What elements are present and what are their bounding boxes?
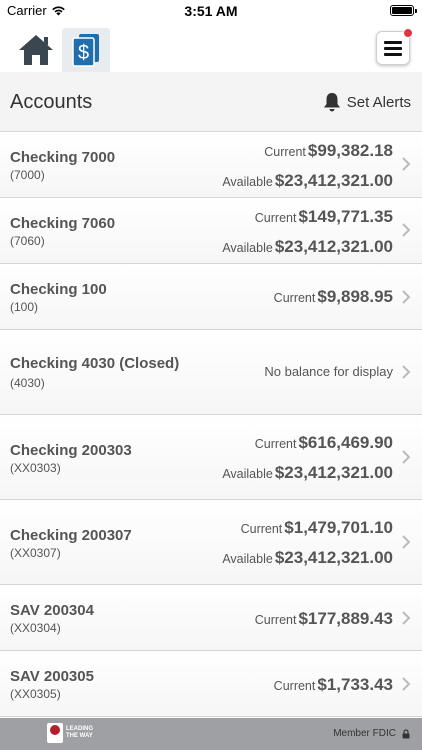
chevron-right-icon xyxy=(402,535,411,549)
page-title: Accounts xyxy=(10,91,93,113)
battery-icon xyxy=(390,5,417,16)
account-row[interactable]: Checking 100 (100) Current $9,898.95 xyxy=(0,264,422,330)
current-balance: Current $9,898.95 xyxy=(274,287,393,307)
fdic-label: Member FDIC xyxy=(333,728,396,739)
balance-label: Available xyxy=(222,552,273,566)
top-navigation: $ xyxy=(0,22,422,72)
account-number: (XX0305) xyxy=(10,687,61,701)
balance-label: Current xyxy=(264,145,306,159)
balance-amount: $616,469.90 xyxy=(298,433,393,452)
balance-label: Current xyxy=(254,211,297,225)
account-number: (7060) xyxy=(10,234,45,248)
current-balance: Current $616,469.90 xyxy=(255,433,393,453)
current-balance: Current $1,479,701.10 xyxy=(241,518,393,538)
balance-label: Current xyxy=(254,613,297,627)
balance-label: Current xyxy=(273,679,316,693)
account-name: Checking 7000 xyxy=(10,149,116,166)
account-row[interactable]: SAV 200305 (XX0305) Current $1,733.43 xyxy=(0,651,422,717)
balance-amount: $177,889.43 xyxy=(298,609,393,628)
available-balance: Available $23,412,321.00 xyxy=(222,237,393,257)
hamburger-icon xyxy=(384,40,402,56)
chevron-right-icon xyxy=(402,365,411,379)
set-alerts-button[interactable]: Set Alerts xyxy=(323,92,411,112)
balance-label: Current xyxy=(254,437,297,451)
no-balance-message: No balance for display xyxy=(264,364,393,379)
balance-amount: $23,412,321.00 xyxy=(274,237,393,256)
chevron-right-icon xyxy=(402,611,411,625)
account-list: Checking 7000 (7000) Current $99,382.18 … xyxy=(0,132,422,717)
dollar-document-icon: $ xyxy=(72,34,99,67)
svg-text:$: $ xyxy=(78,42,89,64)
bell-icon xyxy=(323,93,340,112)
available-balance: Available $23,412,321.00 xyxy=(222,548,393,568)
balance-label: Current xyxy=(240,522,283,536)
chevron-right-icon xyxy=(402,677,411,691)
account-number: (XX0307) xyxy=(10,546,61,560)
account-row[interactable]: Checking 200307 (XX0307) Current $1,479,… xyxy=(0,500,422,585)
available-balance: Available $23,412,321.00 xyxy=(222,463,393,483)
chevron-right-icon xyxy=(402,223,411,237)
balance-amount: $1,733.43 xyxy=(317,675,393,694)
current-balance: Current $1,733.43 xyxy=(274,675,393,695)
account-name: Checking 200307 xyxy=(10,527,132,544)
status-bar: Carrier 3:51 AM xyxy=(0,0,422,22)
tagline-line2: THE WAY xyxy=(66,733,93,739)
balance-amount: $23,412,321.00 xyxy=(274,548,393,567)
balance-label: Available xyxy=(222,241,273,255)
lock-icon xyxy=(402,728,410,738)
current-balance: Current $99,382.18 xyxy=(264,141,393,161)
tab-accounts[interactable]: $ xyxy=(62,28,110,72)
available-balance: Available $23,412,321.00 xyxy=(222,171,393,191)
account-name: Checking 200303 xyxy=(10,442,132,459)
chevron-right-icon xyxy=(402,157,411,171)
bank-tagline: LEADING THE WAY xyxy=(66,726,93,740)
tagline-line1: LEADING xyxy=(66,726,93,732)
tab-home[interactable] xyxy=(12,28,60,72)
account-row[interactable]: Checking 4030 (Closed) (4030) No balance… xyxy=(0,330,422,415)
balance-amount: $149,771.35 xyxy=(298,207,393,226)
account-row[interactable]: Checking 7060 (7060) Current $149,771.35… xyxy=(0,198,422,264)
status-time: 3:51 AM xyxy=(184,3,238,19)
current-balance: Current $177,889.43 xyxy=(255,609,393,629)
account-number: (XX0304) xyxy=(10,621,61,635)
bank-logo-mark xyxy=(47,723,63,743)
balance-amount: $23,412,321.00 xyxy=(274,171,393,190)
balance-amount: $1,479,701.10 xyxy=(284,518,393,537)
menu-button[interactable] xyxy=(376,28,413,65)
house-icon xyxy=(19,35,53,65)
balance-label: Current xyxy=(273,291,316,305)
chevron-right-icon xyxy=(402,290,411,304)
bank-logo: LEADING THE WAY xyxy=(47,723,93,743)
balance-amount: $9,898.95 xyxy=(317,287,393,306)
current-balance: Current $149,771.35 xyxy=(255,207,393,227)
account-number: (7000) xyxy=(10,168,45,182)
chevron-right-icon xyxy=(402,450,411,464)
balance-amount: $99,382.18 xyxy=(307,141,393,160)
account-number: (4030) xyxy=(10,376,45,390)
account-name: Checking 100 xyxy=(10,281,107,298)
account-number: (100) xyxy=(10,300,39,314)
account-row[interactable]: Checking 7000 (7000) Current $99,382.18 … xyxy=(0,132,422,198)
account-number: (XX0303) xyxy=(10,461,61,475)
account-name: SAV 200305 xyxy=(10,668,94,685)
balance-label: Available xyxy=(222,175,273,189)
account-name: Checking 4030 (Closed) xyxy=(10,355,180,372)
account-name: Checking 7060 xyxy=(10,215,116,232)
footer-bar: LEADING THE WAY Member FDIC xyxy=(0,718,422,750)
account-row[interactable]: Checking 200303 (XX0303) Current $616,46… xyxy=(0,415,422,500)
accounts-header: Accounts Set Alerts xyxy=(0,72,422,132)
fdic-notice: Member FDIC xyxy=(333,728,410,739)
account-row[interactable]: SAV 200304 (XX0304) Current $177,889.43 xyxy=(0,585,422,651)
notification-badge xyxy=(403,28,413,38)
balance-amount: $23,412,321.00 xyxy=(274,463,393,482)
balance-label: Available xyxy=(222,467,273,481)
set-alerts-label: Set Alerts xyxy=(346,93,411,111)
account-name: SAV 200304 xyxy=(10,602,94,619)
